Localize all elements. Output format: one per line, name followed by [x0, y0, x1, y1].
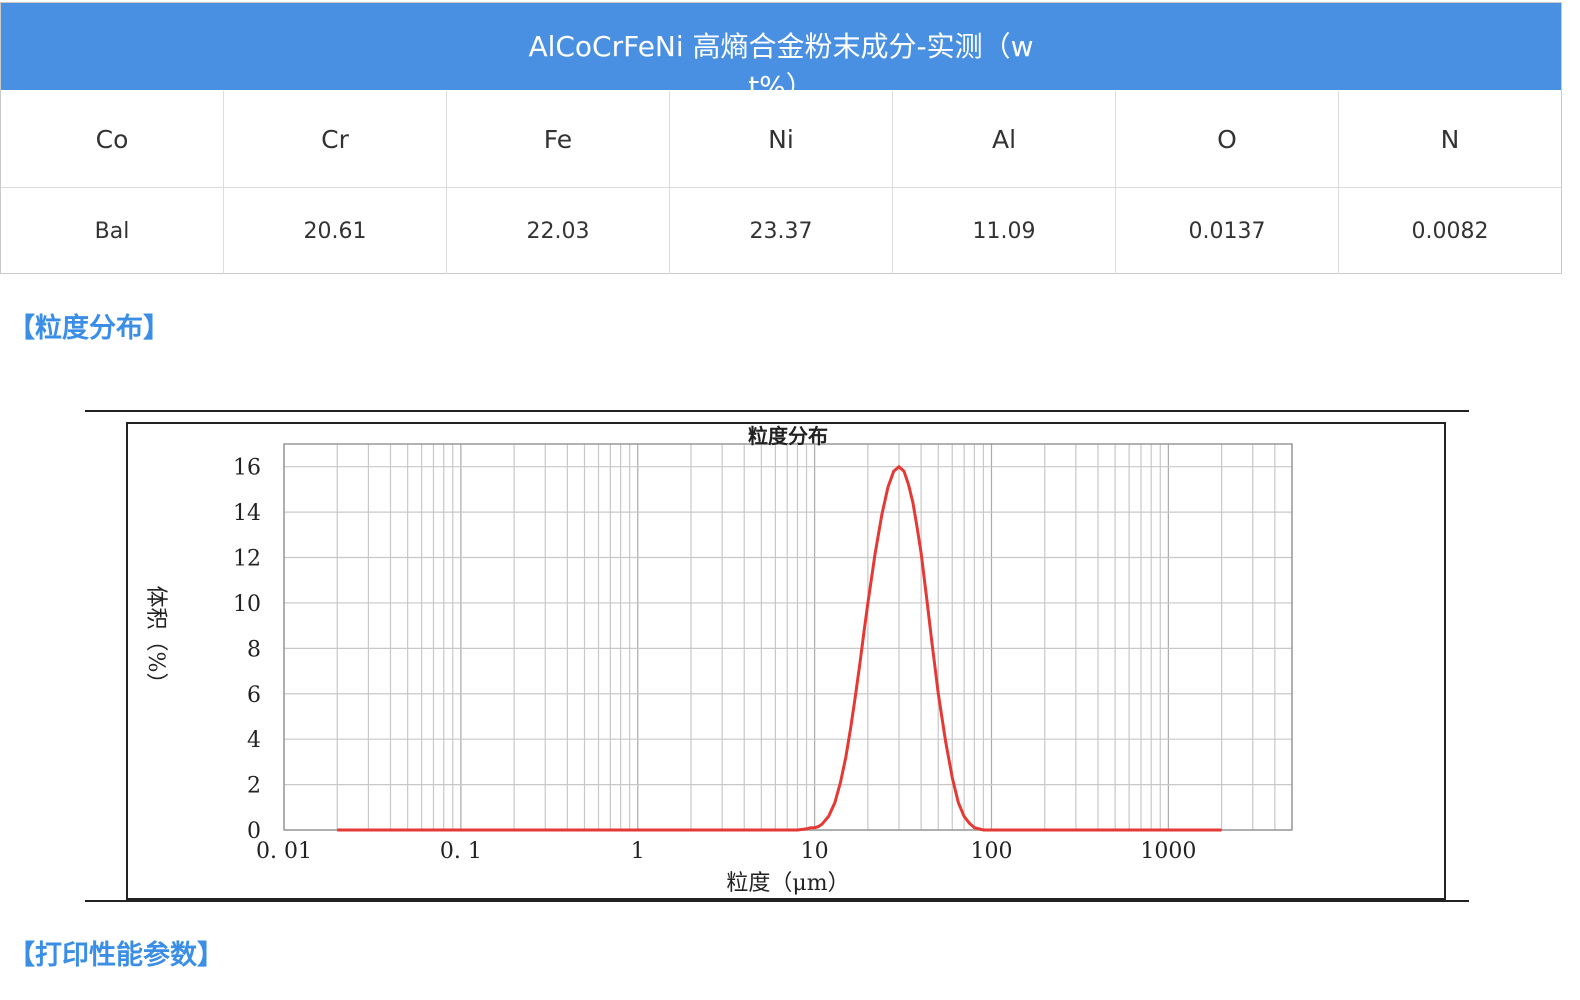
section-heading-print-params: 【打印性能参数】	[8, 940, 224, 971]
x-tick-label: 100	[970, 839, 1012, 864]
column-header-cr: Cr	[224, 91, 447, 187]
y-axis-label: 体积（%）	[143, 586, 168, 695]
x-tick-label: 0. 1	[440, 839, 482, 864]
y-tick-label: 16	[233, 456, 261, 481]
column-header-o: O	[1116, 91, 1339, 187]
composition-table: AlCoCrFeNi 高熵合金粉末成分-实测（wt%） Co Cr Fe Ni …	[0, 2, 1562, 274]
x-tick-label: 10	[801, 839, 829, 864]
x-axis-label: 粒度（μm）	[726, 871, 849, 896]
value-n: 0.0082	[1411, 218, 1489, 244]
y-tick-label: 14	[233, 501, 261, 526]
chart-svg: 02468101214160. 01 0. 1 1 10 100 1000 粒度分布 粒度…	[85, 410, 1469, 902]
value-fe: 22.03	[447, 188, 670, 274]
y-tick-label: 10	[233, 592, 261, 617]
chart-title: 粒度分布	[748, 424, 828, 448]
particle-size-chart: 0 2 4 6 8 10 12 14 16 0. 01 0. 1 1 10 100 1000 粒度分布 粒度…	[85, 410, 1469, 902]
section-heading-particle-size: 【粒度分布】	[8, 313, 170, 344]
y-tick-label: 12	[233, 547, 261, 572]
x-tick-label: 0. 01	[256, 839, 312, 864]
value-co: Bal	[1, 188, 224, 274]
table-header-row: Co Cr Fe Ni Al O N	[1, 91, 1561, 188]
column-header-fe: Fe	[447, 91, 670, 187]
y-tick-label: 2	[247, 774, 261, 799]
column-header-n: N	[1440, 124, 1460, 154]
chart-frame	[126, 422, 1446, 900]
y-tick-label: 4	[247, 728, 261, 753]
value-ni: 23.37	[670, 188, 893, 274]
table-title: AlCoCrFeNi 高熵合金粉末成分-实测（wt%）	[528, 30, 1034, 90]
column-header-al: Al	[893, 91, 1116, 187]
table-row: Bal 20.61 22.03 23.37 11.09 0.0137 0.008…	[1, 188, 1561, 274]
y-tick-label: 6	[247, 683, 261, 708]
column-header-co: Co	[1, 91, 224, 187]
value-o: 0.0137	[1116, 188, 1339, 274]
x-tick-label: 1	[631, 839, 645, 864]
y-tick-label: 8	[247, 637, 261, 662]
value-al: 11.09	[893, 188, 1116, 274]
table-header: AlCoCrFeNi 高熵合金粉末成分-实测（wt%）	[1, 3, 1561, 90]
x-tick-label: 1000	[1140, 839, 1196, 864]
value-cr: 20.61	[224, 188, 447, 274]
column-header-ni: Ni	[670, 91, 893, 187]
